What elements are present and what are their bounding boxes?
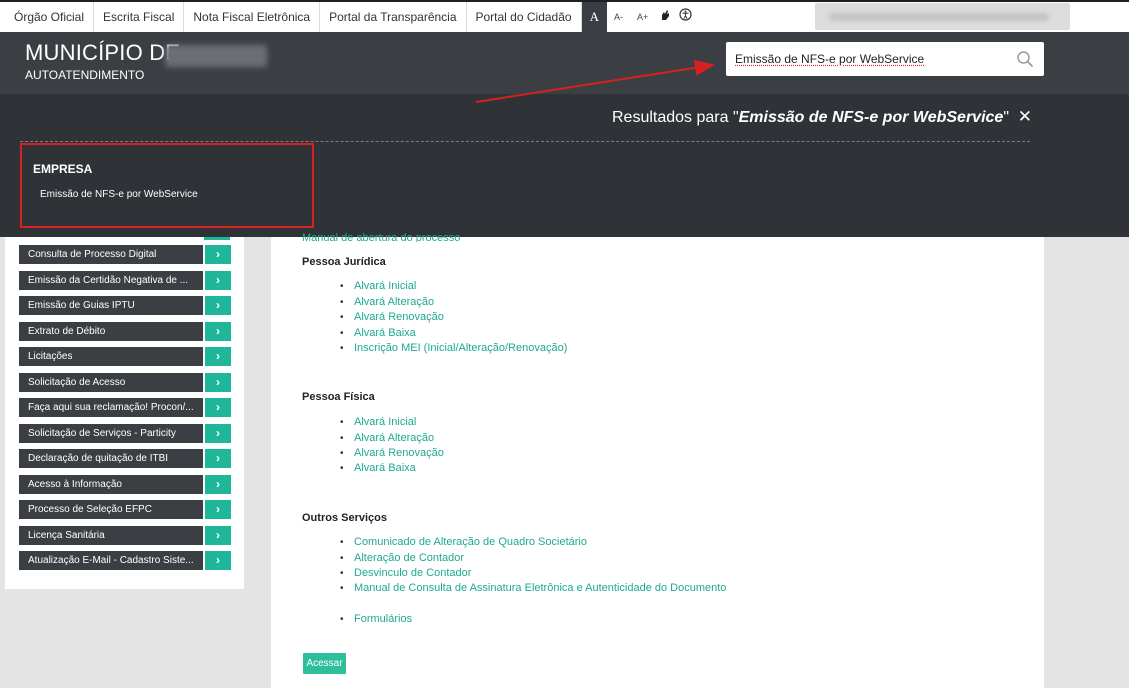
outros-link-desvinculo-contador[interactable]: Desvinculo de Contador — [340, 567, 471, 579]
sidebar-item[interactable]: Faça aqui sua reclamação! Procon/... › — [19, 398, 231, 417]
topnav-link-escrita-fiscal[interactable]: Escrita Fiscal — [94, 2, 185, 32]
pf-link-alvara-inicial[interactable]: Alvará Inicial — [340, 416, 416, 428]
sidebar-item-label: Licença Sanitária — [19, 526, 203, 545]
results-query: Emissão de NFS-e por WebService — [738, 109, 1004, 126]
topnav-link-transparencia[interactable]: Portal da Transparência — [320, 2, 467, 32]
clipped-manual-link[interactable]: Manual de abertura do processo — [302, 233, 460, 242]
sidebar-item[interactable]: Solicitação de Acesso › — [19, 373, 231, 392]
sidebar-item[interactable]: Solicitação de Serviços - Particity › — [19, 424, 231, 443]
site-subtitle: AUTOATENDIMENTO — [25, 68, 145, 82]
sidebar-item-label: Emissão da Certidão Negativa de ... — [19, 271, 203, 290]
sidebar-item[interactable]: Consulta de Processo Digital › — [19, 245, 231, 264]
blurred-city-name — [165, 45, 267, 67]
sidebar-item[interactable]: Emissão de Guias IPTU › — [19, 296, 231, 315]
chevron-right-icon[interactable]: › — [205, 475, 231, 494]
chevron-right-icon[interactable]: › — [205, 245, 231, 264]
chevron-right-icon[interactable]: › — [205, 551, 231, 570]
sidebar-item-label: Acesso à Informação — [19, 475, 203, 494]
sidebar-item-label: Solicitação de Acesso — [19, 373, 203, 392]
chevron-right-icon[interactable]: › — [205, 347, 231, 366]
pj-link-inscricao-mei[interactable]: Inscrição MEI (Inicial/Alteração/Renovaç… — [340, 342, 567, 354]
pf-link-alvara-baixa[interactable]: Alvará Baixa — [340, 462, 416, 474]
chevron-right-icon[interactable]: › — [205, 424, 231, 443]
pf-link-alvara-renovacao[interactable]: Alvará Renovação — [340, 447, 444, 459]
section-title-outros-servicos: Outros Serviços — [302, 512, 387, 524]
results-heading-prefix: Resultados para " — [611, 109, 739, 126]
pj-link-alvara-renovacao[interactable]: Alvará Renovação — [340, 311, 444, 323]
outros-link-formularios[interactable]: Formulários — [340, 613, 412, 625]
sidebar-item[interactable]: Licitações › — [19, 347, 231, 366]
chevron-right-icon[interactable]: › — [205, 322, 231, 341]
outros-link-comunicado[interactable]: Comunicado de Alteração de Quadro Societ… — [340, 536, 587, 548]
close-results-icon[interactable]: ✕ — [1018, 107, 1032, 127]
sidebar-item-label: Declaração de quitação de ITBI — [19, 449, 203, 468]
chevron-right-icon[interactable]: › — [205, 296, 231, 315]
sidebar-item-label: Consulta de Processo Digital — [19, 245, 203, 264]
topnav-link-nota-fiscal[interactable]: Nota Fiscal Eletrônica — [184, 2, 321, 32]
sidebar-item[interactable]: Declaração de quitação de ITBI › — [19, 449, 231, 468]
section-title-pessoa-fisica: Pessoa Física — [302, 391, 375, 403]
pj-link-alvara-alteracao[interactable]: Alvará Alteração — [340, 296, 434, 308]
accessibility-icon[interactable] — [675, 2, 696, 32]
search-input-value: Emissão de NFS-e por WebService — [735, 52, 925, 66]
sidebar-clipped-arrow — [204, 237, 230, 240]
sidebar-item-label: Processo de Seleção EFPC — [19, 500, 203, 519]
sidebar-item[interactable]: Extrato de Débito › — [19, 322, 231, 341]
municipality-title: MUNICÍPIO DE — [25, 40, 181, 65]
chevron-right-icon[interactable]: › — [205, 398, 231, 417]
font-decrease-button[interactable]: A- — [607, 2, 630, 32]
sign-language-icon[interactable] — [655, 2, 675, 32]
section-title-pessoa-juridica: Pessoa Jurídica — [302, 256, 386, 268]
pj-link-alvara-inicial[interactable]: Alvará Inicial — [340, 280, 416, 292]
sidebar-item-label: Extrato de Débito — [19, 322, 203, 341]
chevron-right-icon[interactable]: › — [205, 271, 231, 290]
pj-link-alvara-baixa[interactable]: Alvará Baixa — [340, 327, 416, 339]
sidebar-item-label: Licitações — [19, 347, 203, 366]
chevron-right-icon[interactable]: › — [205, 449, 231, 468]
pf-link-alvara-alteracao[interactable]: Alvará Alteração — [340, 432, 434, 444]
chevron-right-icon[interactable]: › — [205, 526, 231, 545]
annotation-highlight-box — [20, 143, 314, 228]
results-heading-suffix: " — [1003, 109, 1009, 126]
site-header: MUNICÍPIO DE AUTOATENDIMENTO Emissão de … — [0, 32, 1129, 94]
outros-link-manual-assinatura[interactable]: Manual de Consulta de Assinatura Eletrôn… — [340, 582, 726, 594]
font-increase-button[interactable]: A+ — [630, 2, 655, 32]
chevron-right-icon[interactable]: › — [205, 373, 231, 392]
font-normal-button[interactable]: A — [581, 2, 607, 32]
sidebar-item[interactable]: Atualização E-Mail - Cadastro Siste... › — [19, 551, 231, 570]
topnav-link-orgao-oficial[interactable]: Órgão Oficial — [0, 2, 95, 32]
blurred-user-info — [815, 3, 1070, 30]
results-divider — [20, 141, 1030, 142]
sidebar-item[interactable]: Emissão da Certidão Negativa de ... › — [19, 271, 231, 290]
sidebar-item-label: Emissão de Guias IPTU — [19, 296, 203, 315]
chevron-right-icon[interactable]: › — [205, 500, 231, 519]
search-input[interactable]: Emissão de NFS-e por WebService — [726, 42, 1044, 76]
sidebar-item-label: Faça aqui sua reclamação! Procon/... — [19, 398, 203, 417]
sidebar-item[interactable]: Processo de Seleção EFPC › — [19, 500, 231, 519]
access-button[interactable]: Acessar — [303, 653, 346, 674]
search-icon[interactable] — [1016, 50, 1034, 68]
sidebar-item[interactable]: Acesso à Informação › — [19, 475, 231, 494]
sidebar-item-label: Solicitação de Serviços - Particity — [19, 424, 203, 443]
sidebar-item[interactable]: Licença Sanitária › — [19, 526, 231, 545]
results-heading: Resultados para "Emissão de NFS-e por We… — [612, 109, 1009, 127]
topnav-link-portal-cidadao[interactable]: Portal do Cidadão — [467, 2, 582, 32]
outros-link-alteracao-contador[interactable]: Alteração de Contador — [340, 552, 464, 564]
sidebar-item-label: Atualização E-Mail - Cadastro Siste... — [19, 551, 203, 570]
